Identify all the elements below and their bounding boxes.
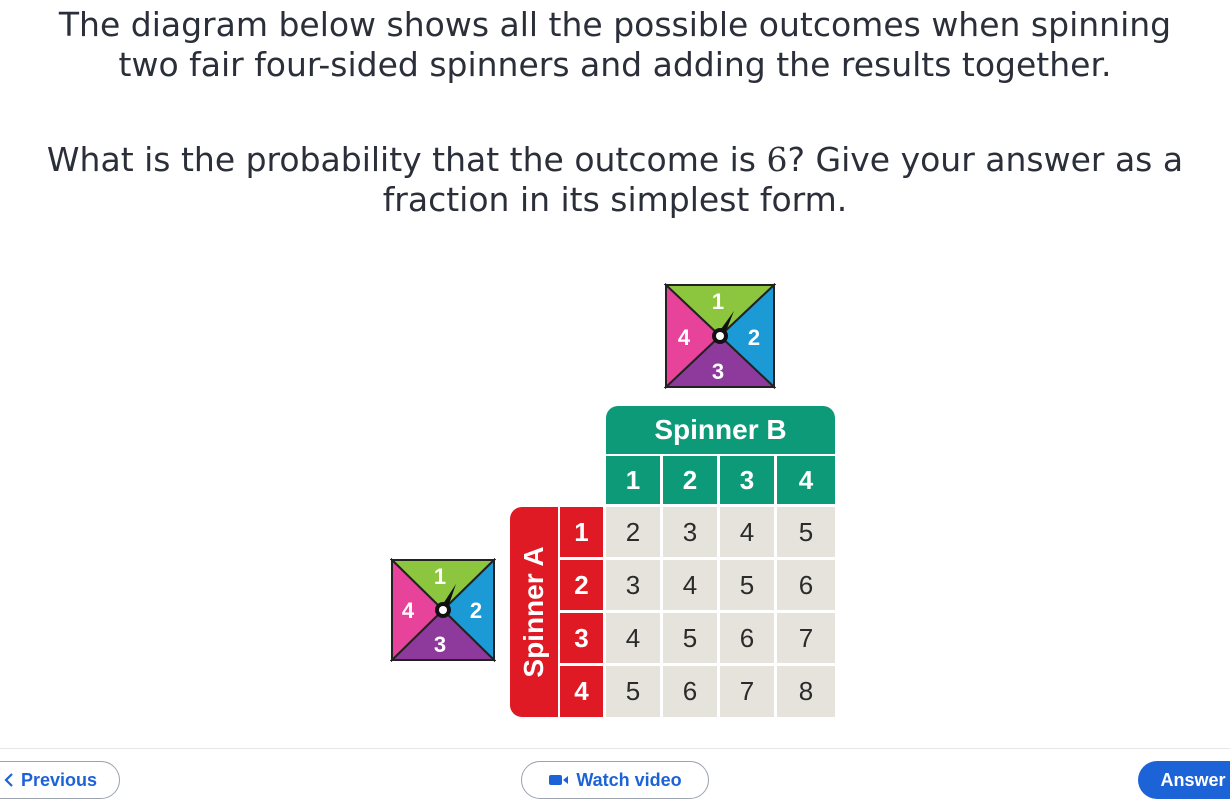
sum-cell: 5 bbox=[777, 507, 835, 557]
spinner-a-right: 2 bbox=[470, 598, 482, 623]
sum-cell: 7 bbox=[720, 666, 774, 717]
sum-cell: 6 bbox=[720, 613, 774, 663]
b-value-2: 2 bbox=[663, 456, 717, 504]
sum-cell: 5 bbox=[720, 560, 774, 610]
answer-button[interactable]: Answer bbox=[1138, 761, 1230, 799]
sum-cell: 6 bbox=[663, 666, 717, 717]
question-line-3: What is the probability that the outcome… bbox=[46, 140, 1184, 179]
question-line-4: fraction in its simplest form. bbox=[382, 180, 848, 219]
a-value-3: 3 bbox=[560, 613, 603, 663]
b-value-4: 4 bbox=[777, 456, 835, 504]
spinner-a: 1 2 3 4 bbox=[390, 558, 496, 662]
sum-cell: 4 bbox=[720, 507, 774, 557]
sum-cell: 5 bbox=[663, 613, 717, 663]
spinner-a-header: Spinner A bbox=[510, 507, 558, 717]
chevron-left-icon bbox=[4, 773, 13, 787]
answer-label: Answer bbox=[1160, 769, 1226, 790]
spinner-b-header: Spinner B bbox=[606, 406, 835, 454]
watch-video-label: Watch video bbox=[576, 769, 682, 790]
spinner-a-left: 4 bbox=[402, 598, 415, 623]
sum-cell: 2 bbox=[606, 507, 660, 557]
previous-label: Previous bbox=[20, 769, 98, 790]
b-value-3: 3 bbox=[720, 456, 774, 504]
spinner-b-top: 1 bbox=[712, 289, 724, 314]
target-number: 6 bbox=[766, 140, 788, 179]
spinner-a-bottom: 3 bbox=[434, 632, 446, 657]
a-value-2: 2 bbox=[560, 560, 603, 610]
sum-cell: 8 bbox=[777, 666, 835, 717]
watch-video-button[interactable]: Watch video bbox=[521, 761, 709, 799]
sum-cell: 5 bbox=[606, 666, 660, 717]
a-value-4: 4 bbox=[560, 666, 603, 717]
spinner-b: 1 2 3 4 bbox=[664, 283, 776, 389]
video-camera-icon bbox=[549, 775, 569, 785]
sum-cell: 4 bbox=[663, 560, 717, 610]
sum-cell: 4 bbox=[606, 613, 660, 663]
a-value-1: 1 bbox=[560, 507, 603, 557]
question-prompt: What is the probability that the outcome… bbox=[0, 140, 1230, 220]
sum-cell: 3 bbox=[663, 507, 717, 557]
question-line-2: two fair four-sided spinners and adding … bbox=[118, 45, 1112, 84]
sum-cell: 3 bbox=[606, 560, 660, 610]
b-value-1: 1 bbox=[606, 456, 660, 504]
spinner-b-right: 2 bbox=[748, 325, 760, 350]
spinner-a-top: 1 bbox=[434, 564, 446, 589]
sum-cell: 7 bbox=[777, 613, 835, 663]
question-line-1: The diagram below shows all the possible… bbox=[58, 5, 1172, 44]
question-intro: The diagram below shows all the possible… bbox=[0, 5, 1230, 85]
spinner-b-bottom: 3 bbox=[712, 359, 724, 384]
spinner-b-left: 4 bbox=[678, 325, 691, 350]
footer-divider bbox=[0, 748, 1230, 749]
previous-button[interactable]: Previous bbox=[0, 761, 120, 799]
sum-cell: 6 bbox=[777, 560, 835, 610]
